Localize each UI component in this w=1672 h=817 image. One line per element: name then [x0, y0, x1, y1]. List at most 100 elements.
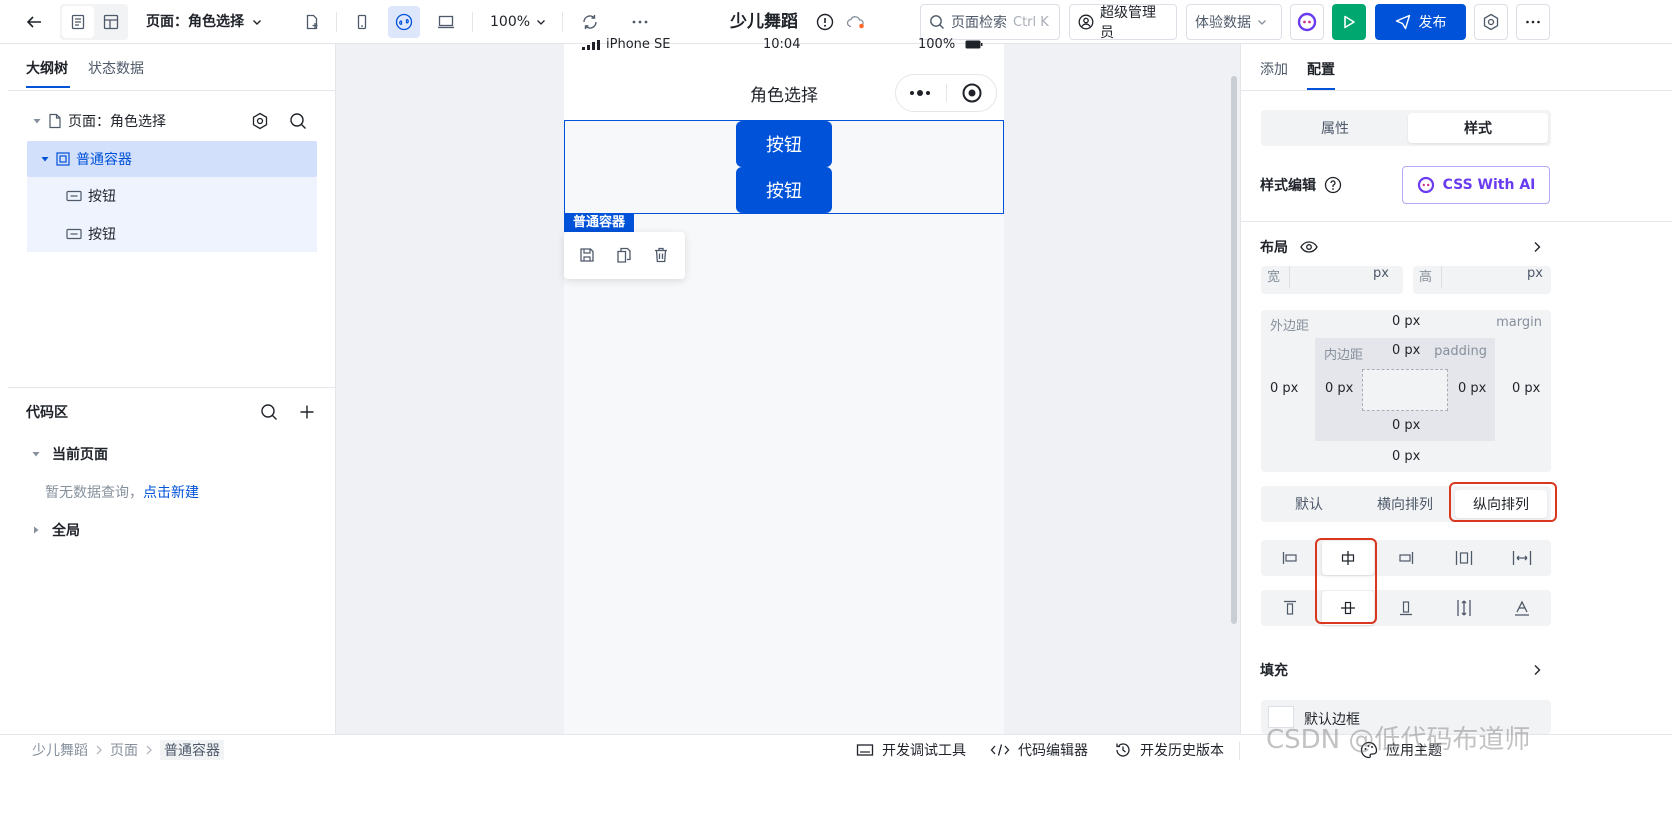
user-label: 超级管理员 [1100, 5, 1156, 41]
width-input[interactable]: 宽 px [1261, 266, 1403, 294]
copy-icon[interactable] [616, 247, 632, 263]
tab-add[interactable]: 添加 [1260, 59, 1288, 79]
segment-properties[interactable]: 属性 [1264, 113, 1406, 143]
breadcrumb-item-current[interactable]: 普通容器 [160, 740, 224, 760]
divider [8, 90, 336, 91]
add-icon[interactable] [299, 404, 315, 420]
zoom-selector[interactable]: 100% [490, 0, 546, 44]
code-section-label: 全局 [52, 523, 80, 539]
css-with-ai-button[interactable]: CSS With AI [1402, 166, 1550, 204]
trash-icon[interactable] [653, 247, 669, 263]
align-bottom-icon[interactable] [1380, 591, 1432, 625]
caret-down-icon [41, 155, 49, 163]
tree-item-container[interactable]: 普通容器 [27, 141, 317, 177]
save-icon[interactable] [579, 247, 595, 263]
tool-label: 开发调试工具 [882, 743, 966, 759]
data-env-selector[interactable]: 体验数据 [1186, 4, 1282, 40]
page-view-icon[interactable] [62, 6, 94, 38]
padding-en-label: padding [1434, 344, 1487, 359]
align-top-icon[interactable] [1264, 591, 1316, 625]
align-baseline-icon[interactable] [1496, 591, 1548, 625]
cloud-sync-icon[interactable] [840, 6, 872, 38]
highlight-annotation [1449, 482, 1557, 522]
dev-debug-tool-button[interactable]: 开发调试工具 [856, 735, 966, 765]
style-edit-row: 样式编辑 [1260, 175, 1342, 195]
layout-section-header[interactable]: 布局 [1260, 237, 1318, 257]
tab-outline-tree[interactable]: 大纲树 [26, 58, 68, 78]
eye-icon[interactable] [1300, 241, 1318, 253]
divider [1241, 90, 1672, 91]
search-icon[interactable] [260, 403, 278, 421]
empty-query-text: 暂无数据查询，点击新建 [45, 482, 199, 502]
desktop-device-icon[interactable] [430, 6, 462, 38]
tree-item-page[interactable]: 页面：角色选择 [27, 103, 317, 139]
margin-left-value[interactable]: 0 px [1270, 381, 1298, 396]
history-version-button[interactable]: 开发历史版本 [1114, 735, 1224, 765]
back-arrow-icon[interactable] [18, 6, 50, 38]
info-icon[interactable] [809, 6, 841, 38]
layout-view-icon[interactable] [95, 6, 127, 38]
margin-bottom-value[interactable]: 0 px [1392, 449, 1420, 464]
padding-top-value[interactable]: 0 px [1392, 343, 1420, 358]
stretch-vertical-icon[interactable] [1438, 591, 1490, 625]
search-icon[interactable] [289, 112, 307, 130]
mobile-device-icon[interactable] [346, 6, 378, 38]
capsule-menu[interactable] [895, 74, 997, 112]
refresh-icon[interactable] [574, 6, 606, 38]
height-label: 高 [1419, 270, 1433, 285]
help-icon[interactable] [1324, 176, 1342, 194]
direction-horizontal[interactable]: 横向排列 [1357, 486, 1453, 522]
gear-icon[interactable] [251, 112, 269, 130]
tool-label: 代码编辑器 [1018, 743, 1088, 759]
miniprogram-device-icon[interactable] [388, 6, 420, 38]
divider [8, 387, 336, 388]
padding-left-value[interactable]: 0 px [1325, 381, 1353, 396]
code-global[interactable]: 全局 [32, 520, 80, 540]
preview-button[interactable]: 按钮 [736, 121, 832, 167]
code-editor-button[interactable]: 代码编辑器 [990, 735, 1088, 765]
search-icon [929, 14, 945, 30]
fill-section-header[interactable]: 填充 [1260, 660, 1288, 680]
page-search-button[interactable]: 页面检索 Ctrl K [920, 4, 1060, 40]
tree-item-button[interactable]: 按钮 [27, 215, 317, 252]
align-right-icon[interactable] [1380, 541, 1432, 575]
margin-en-label: margin [1496, 315, 1542, 330]
segment-style[interactable]: 样式 [1408, 113, 1548, 143]
tab-state-data[interactable]: 状态数据 [88, 58, 144, 78]
content-box [1362, 369, 1448, 411]
direction-default[interactable]: 默认 [1261, 486, 1357, 522]
preview-button[interactable]: 按钮 [736, 167, 832, 213]
space-between-icon[interactable] [1438, 541, 1490, 575]
tab-config[interactable]: 配置 [1307, 59, 1335, 79]
more-icon[interactable] [624, 6, 656, 38]
settings-button[interactable] [1474, 4, 1508, 40]
more-menu-button[interactable] [1516, 4, 1550, 40]
ai-assistant-button[interactable] [1290, 4, 1324, 40]
space-around-icon[interactable] [1496, 541, 1548, 575]
chevron-right-icon[interactable] [1533, 241, 1541, 253]
code-current-page[interactable]: 当前页面 [32, 444, 108, 464]
margin-top-value[interactable]: 0 px [1392, 314, 1420, 329]
breadcrumb-item[interactable]: 页面 [110, 740, 138, 760]
align-left-icon[interactable] [1264, 541, 1316, 575]
margin-right-value[interactable]: 0 px [1512, 381, 1540, 396]
padding-right-value[interactable]: 0 px [1458, 381, 1486, 396]
breadcrumb-item[interactable]: 少儿舞蹈 [32, 740, 88, 760]
canvas-scrollbar[interactable] [1231, 76, 1237, 624]
input-divider [1289, 266, 1290, 288]
tree-item-label: 普通容器 [76, 152, 132, 168]
tree-item-button[interactable]: 按钮 [27, 177, 317, 215]
zoom-value: 100% [490, 14, 531, 30]
run-button[interactable] [1332, 4, 1366, 40]
user-button[interactable]: 超级管理员 [1069, 4, 1177, 41]
padding-bottom-value[interactable]: 0 px [1392, 418, 1420, 433]
ai-logo-icon [1417, 176, 1435, 194]
publish-button[interactable]: 发布 [1375, 4, 1466, 40]
chevron-right-icon[interactable] [1533, 664, 1541, 676]
height-input[interactable]: 高 px [1413, 266, 1551, 294]
capsule-divider [946, 84, 947, 102]
add-page-icon[interactable] [296, 6, 328, 38]
create-query-link[interactable]: 点击新建 [143, 485, 199, 501]
page-selector[interactable]: 页面：角色选择 [146, 0, 262, 44]
button-component-icon [66, 190, 82, 202]
